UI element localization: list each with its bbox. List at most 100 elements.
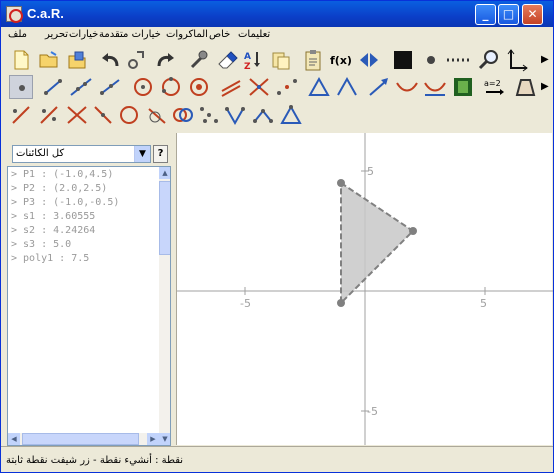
ray-tool-icon[interactable]: [97, 75, 121, 99]
intersection-tool-icon[interactable]: [247, 75, 271, 99]
save-file-icon[interactable]: [65, 48, 89, 72]
maximize-button[interactable]: □: [498, 4, 519, 25]
locus-tool-icon[interactable]: [197, 103, 221, 127]
clipboard-tool-icon[interactable]: [301, 48, 325, 72]
svg-text:a=2: a=2: [484, 79, 501, 88]
point-tool-icon[interactable]: [9, 75, 33, 99]
polygon-tool-icon[interactable]: [251, 103, 275, 127]
flip-tool-icon[interactable]: [357, 48, 381, 72]
point-p2: [409, 227, 417, 235]
circle-intersect-tool-icon[interactable]: [171, 103, 195, 127]
copy-tool-icon[interactable]: [269, 48, 293, 72]
black-square-icon[interactable]: [391, 48, 415, 72]
svg-text:f(x): f(x): [330, 54, 352, 67]
status-text: نقطة : أنشيء نقطة - زر شيفت نقطة ثابتة: [6, 455, 184, 466]
menu-help[interactable]: تعليمات: [238, 29, 270, 40]
scroll-thumb[interactable]: [159, 181, 170, 255]
dotted-line-icon[interactable]: [445, 48, 469, 72]
edit-tool-icon[interactable]: [125, 48, 149, 72]
toolbar-row2-scroll-icon[interactable]: ▶: [541, 75, 549, 99]
object-list[interactable]: > P1 : (-1.0,4.5) > P2 : (2.0,2.5) > P3 …: [7, 166, 171, 446]
vertical-scrollbar[interactable]: ▲ ▼: [159, 167, 170, 445]
x-tick-label: -5: [240, 297, 251, 310]
toolbar-row1-scroll-icon[interactable]: ▶: [541, 48, 549, 72]
parallel-tool-icon[interactable]: [219, 75, 243, 99]
list-item[interactable]: > s2 : 4.24264: [11, 225, 95, 236]
scroll-thumb[interactable]: [22, 433, 139, 445]
scroll-right-icon[interactable]: ▶: [147, 433, 159, 445]
open-file-icon[interactable]: [37, 48, 61, 72]
list-item[interactable]: > s1 : 3.60555: [11, 211, 95, 222]
construction-canvas[interactable]: -5 5 5 -5: [176, 133, 553, 445]
list-item[interactable]: > P3 : (-1.0,-0.5): [11, 197, 119, 208]
list-item[interactable]: > s3 : 5.0: [11, 239, 71, 250]
new-file-icon[interactable]: [9, 48, 33, 72]
app-icon: [6, 6, 23, 23]
function-graph-tool-icon[interactable]: [423, 75, 447, 99]
arrow-tool-icon[interactable]: [367, 75, 391, 99]
chevron-down-icon[interactable]: ▼: [134, 146, 150, 162]
fixed-angle-tool-icon[interactable]: [335, 75, 359, 99]
help-button[interactable]: ?: [153, 145, 168, 163]
zoom-tool-icon[interactable]: [477, 48, 501, 72]
midpoint-tool-icon[interactable]: [275, 75, 299, 99]
scroll-up-icon[interactable]: ▲: [159, 167, 170, 179]
points-tool-icon[interactable]: [223, 103, 247, 127]
list-item[interactable]: > P1 : (-1.0,4.5): [11, 169, 113, 180]
tangent-tool-icon[interactable]: [145, 103, 169, 127]
svg-text:A: A: [244, 52, 251, 62]
circle-tool-icon[interactable]: [131, 75, 155, 99]
menu-edit[interactable]: تحرير: [45, 29, 68, 40]
segment-midpoint-tool-icon[interactable]: [91, 103, 115, 127]
bisector-tool-icon[interactable]: [37, 103, 61, 127]
title-bar[interactable]: C.a.R. _ □ ✕: [1, 1, 553, 27]
scroll-down-icon[interactable]: ▼: [159, 433, 170, 445]
point-dot-icon[interactable]: [419, 48, 443, 72]
perpendicular-tool-icon[interactable]: [9, 103, 33, 127]
redo-icon[interactable]: [153, 48, 177, 72]
wrench-tool-icon[interactable]: [187, 48, 211, 72]
menu-bar: ملف تحرير خيارات خيارات متقدمة الماكروات…: [1, 27, 553, 45]
film-tool-icon[interactable]: [451, 75, 475, 99]
undo-icon[interactable]: [99, 48, 123, 72]
horizontal-scrollbar[interactable]: ◀ ▶: [8, 433, 159, 445]
angle-tool-icon[interactable]: [307, 75, 331, 99]
cross-tool-icon[interactable]: [65, 103, 89, 127]
scroll-left-icon[interactable]: ◀: [8, 433, 20, 445]
expression-tool-icon[interactable]: a=2: [483, 75, 507, 99]
y-tick-label: 5: [367, 165, 374, 178]
geometry-drawing: -5 5 5 -5: [177, 133, 553, 445]
app-window: C.a.R. _ □ ✕ ملف تحرير خيارات خيارات متق…: [0, 0, 554, 473]
menu-special[interactable]: خاص: [209, 29, 230, 40]
x-tick-label: 5: [480, 297, 487, 310]
list-item[interactable]: > P2 : (2.0,2.5): [11, 183, 107, 194]
menu-file[interactable]: ملف: [8, 29, 27, 40]
menu-options[interactable]: خيارات: [69, 29, 98, 40]
status-bar: نقطة : أنشيء نقطة - زر شيفت نقطة ثابتة: [1, 446, 553, 472]
triangle-tool-icon[interactable]: [279, 103, 303, 127]
window-title: C.a.R.: [27, 6, 64, 21]
minimize-button[interactable]: _: [475, 4, 496, 25]
menu-advanced-options[interactable]: خيارات متقدمة: [99, 29, 161, 40]
menu-macros[interactable]: الماكروات: [166, 29, 208, 40]
circle3-tool-icon[interactable]: [159, 75, 183, 99]
y-tick-label: -5: [367, 405, 378, 418]
circle-point-tool-icon[interactable]: [117, 103, 141, 127]
curve-tool-icon[interactable]: [395, 75, 419, 99]
line-tool-icon[interactable]: [69, 75, 93, 99]
object-filter-value: كل الكائنات: [16, 148, 65, 159]
object-filter-select[interactable]: كل الكائنات ▼: [12, 145, 151, 163]
function-tool-icon[interactable]: f(x): [329, 48, 353, 72]
triangle-poly1: [340, 181, 415, 306]
object-panel: كل الكائنات ▼ ? > P1 : (-1.0,4.5) > P2 :…: [5, 138, 171, 446]
toolbar: AZ f(x) ▶ a=2 ▶: [1, 45, 553, 133]
list-item[interactable]: > poly1 : 7.5: [11, 253, 89, 264]
close-button[interactable]: ✕: [522, 4, 543, 25]
segment-tool-icon[interactable]: [41, 75, 65, 99]
sort-az-icon[interactable]: AZ: [241, 48, 265, 72]
fixed-circle-tool-icon[interactable]: [187, 75, 211, 99]
axes-tool-icon[interactable]: [505, 48, 529, 72]
eraser-tool-icon[interactable]: [215, 48, 239, 72]
quad-tool-icon[interactable]: [513, 75, 537, 99]
svg-text:Z: Z: [244, 62, 251, 72]
